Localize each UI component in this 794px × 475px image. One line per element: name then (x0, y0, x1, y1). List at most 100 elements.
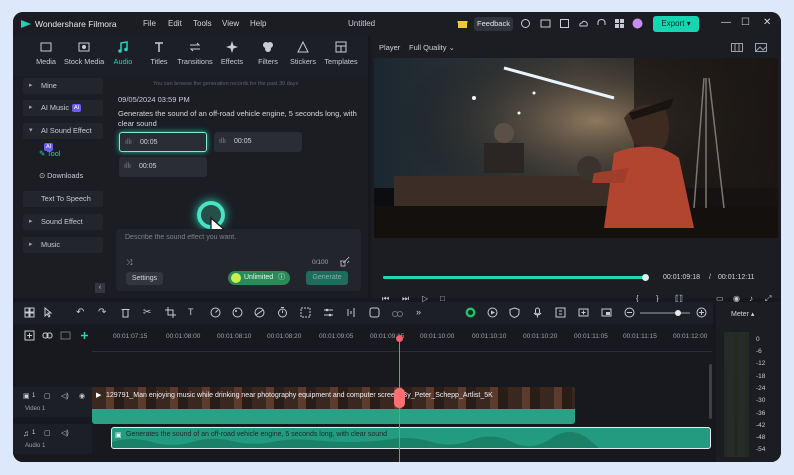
tool-effects[interactable]: Effects (212, 40, 252, 74)
split-audio-icon[interactable] (346, 307, 357, 318)
avatar[interactable] (632, 18, 643, 29)
shield-icon[interactable] (509, 307, 520, 318)
tool-media[interactable]: Media (26, 40, 66, 74)
stock-media-icon (78, 42, 90, 52)
pip-icon[interactable] (601, 307, 612, 318)
menu-view[interactable]: View (222, 19, 239, 28)
generated-clip-3[interactable]: ıllı 00:05 (119, 157, 207, 177)
sidebar-item-tool[interactable]: ✎ Tool (23, 146, 103, 162)
select-arrow-icon[interactable] (43, 307, 54, 318)
more-icon[interactable]: » (416, 307, 427, 318)
zoom-out-icon[interactable] (624, 307, 635, 318)
snap-icon[interactable] (79, 330, 90, 341)
zoom-slider-knob[interactable] (675, 310, 681, 316)
video-preview[interactable] (374, 58, 778, 238)
shuffle-icon[interactable]: ⤨ (126, 258, 132, 268)
grid-layout-icon[interactable] (24, 307, 35, 318)
speaker-icon[interactable]: ◁) (61, 392, 69, 400)
menu-tools[interactable]: Tools (193, 19, 212, 28)
screen-icon[interactable] (540, 18, 551, 29)
zoom-in-icon[interactable] (696, 307, 707, 318)
playhead-handle[interactable] (396, 335, 403, 342)
settings-button[interactable]: Settings (126, 272, 163, 285)
menu-edit[interactable]: Edit (168, 19, 182, 28)
cloud-icon[interactable] (578, 18, 589, 29)
close-icon[interactable]: ✕ (763, 17, 771, 28)
tool-audio[interactable]: Audio (103, 40, 143, 74)
playhead-marker[interactable] (394, 388, 405, 408)
tool-stock-media[interactable]: Stock Media (64, 40, 104, 74)
sidebar-item-music[interactable]: ▸ Music (23, 237, 103, 253)
gift-icon[interactable] (457, 18, 468, 29)
folder-icon[interactable]: ▢ (44, 392, 51, 400)
tool-titles[interactable]: Titles (139, 40, 179, 74)
track-manager-icon[interactable] (60, 330, 71, 341)
speed-icon[interactable] (210, 307, 221, 318)
scissors-icon[interactable]: ✂ (143, 307, 154, 318)
undo-icon[interactable]: ↶ (76, 307, 87, 318)
timeline[interactable]: 00:01:07:15 00:01:08:00 00:01:08:10 00:0… (13, 324, 713, 462)
color-palette-icon[interactable] (232, 307, 243, 318)
video-clip[interactable]: ▶ 129791_Man enjoying music while drinki… (92, 387, 575, 424)
headset-icon[interactable] (596, 18, 607, 29)
tool-filters[interactable]: Filters (248, 40, 288, 74)
sidebar-item-downloads[interactable]: ⊙ Downloads (23, 168, 103, 184)
quality-select[interactable]: Full Quality ⌄ (409, 43, 455, 52)
timeline-scrollbar[interactable] (709, 364, 712, 419)
unlimited-badge[interactable]: Unlimited ⓘ (228, 271, 290, 285)
menu-help[interactable]: Help (250, 19, 266, 28)
info-icon: ⓘ (278, 274, 286, 281)
maximize-icon[interactable]: ☐ (741, 17, 750, 28)
sidebar-item-ai-music[interactable]: ▸ AI Music AI (23, 100, 103, 116)
grid-icon[interactable] (614, 18, 625, 29)
circle-icon[interactable] (520, 18, 531, 29)
collapse-panel-icon[interactable]: ‹ (95, 283, 105, 293)
player-label: Player (379, 43, 401, 52)
bicycle-icon[interactable] (392, 307, 403, 318)
layout-icon[interactable] (731, 43, 743, 52)
trash-icon[interactable] (339, 259, 347, 267)
zoom-slider[interactable] (640, 312, 690, 314)
redo-icon[interactable]: ↷ (98, 307, 109, 318)
menu-file[interactable]: File (143, 19, 156, 28)
adjust-icon[interactable] (323, 307, 334, 318)
text-tool-icon[interactable]: T (188, 307, 199, 318)
crop-icon[interactable] (165, 307, 176, 318)
save-icon[interactable] (559, 18, 570, 29)
tool-stickers[interactable]: Stickers (283, 40, 323, 74)
sidebar-item-ai-sound-effect[interactable]: ▾ AI Sound EffectAI (23, 123, 103, 152)
meter-title[interactable]: Meter ▴ (731, 310, 754, 318)
voiceover-icon[interactable] (555, 307, 566, 318)
audio-clip[interactable]: ▣ Generates the sound of an off-road veh… (111, 427, 711, 449)
generated-clip-1[interactable]: ıllı 00:05 (119, 132, 207, 152)
trash-icon[interactable] (120, 307, 131, 318)
insert-icon[interactable] (578, 307, 589, 318)
ai-icon[interactable] (369, 307, 380, 318)
folder-icon[interactable]: ▢ (44, 429, 51, 437)
mask-icon[interactable] (254, 307, 265, 318)
progress-knob[interactable] (642, 274, 650, 281)
microphone-icon[interactable] (532, 307, 543, 318)
tool-transitions[interactable]: Transitions (175, 40, 215, 74)
eye-icon[interactable]: ◉ (79, 392, 85, 400)
speaker-icon[interactable]: ◁) (61, 429, 69, 437)
record-icon[interactable] (487, 307, 498, 318)
export-button[interactable]: Export ▾ (653, 16, 699, 32)
generate-button[interactable]: Generate (306, 271, 348, 285)
tool-templates[interactable]: Templates (321, 40, 361, 74)
fit-icon[interactable] (300, 307, 311, 318)
add-track-icon[interactable] (24, 330, 35, 341)
render-icon[interactable] (465, 307, 476, 318)
link-icon[interactable] (42, 330, 53, 341)
feedback-button[interactable]: Feedback (474, 17, 513, 31)
sidebar-item-sound-effect[interactable]: ▸ Sound Effect (23, 214, 103, 230)
player-panel: Player Full Quality ⌄ 00:01:09:18 / 00:0… (371, 36, 781, 303)
snapshot-image-icon[interactable] (755, 43, 767, 52)
ruler-time: 00:01:08:00 (166, 333, 201, 340)
sidebar-item-mine[interactable]: ▸ Mine (23, 78, 103, 94)
minimize-icon[interactable]: — (721, 17, 731, 28)
sidebar-item-text-to-speech[interactable]: Text To Speech (23, 191, 103, 207)
generated-clip-2[interactable]: ıllı 00:05 (214, 132, 302, 152)
timer-icon[interactable] (277, 307, 288, 318)
playback-progress[interactable] (383, 274, 650, 281)
